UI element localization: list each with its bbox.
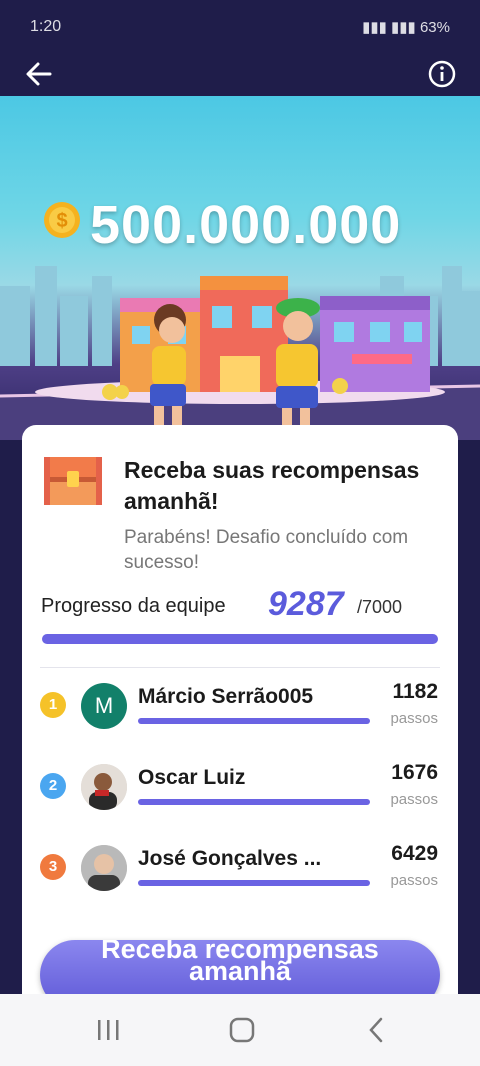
reward-card: Receba suas recompensas amanhã! Parabéns…	[22, 425, 458, 1025]
home-button[interactable]	[222, 1014, 262, 1046]
status-bar: 1:20 ▮▮▮ ▮▮▮ 63%	[0, 0, 480, 52]
member-row: 3 José Gonçalves ... 6429 passos	[22, 837, 458, 897]
team-progress-bar	[42, 634, 438, 644]
member-steps: 1676	[391, 761, 438, 784]
member-steps-unit: passos	[390, 872, 438, 889]
signal-icon: ▮▮▮ ▮▮▮	[362, 19, 420, 36]
status-time: 1:20	[30, 18, 62, 35]
status-icons: ▮▮▮ ▮▮▮ 63%	[362, 18, 450, 36]
person-photo-icon	[81, 764, 127, 810]
card-title: Receba suas recompensas amanhã!	[124, 457, 420, 514]
recent-apps-icon	[98, 1020, 119, 1040]
avatar: M	[81, 683, 127, 729]
city-illustration	[0, 266, 480, 440]
member-steps-unit: passos	[390, 710, 438, 727]
nav-back-button[interactable]	[356, 1014, 396, 1046]
rank-badge: 3	[40, 854, 66, 880]
system-nav-bar	[0, 994, 480, 1066]
recent-apps-button[interactable]	[88, 1014, 128, 1046]
member-steps-unit: passos	[390, 791, 438, 808]
avatar	[81, 764, 127, 810]
member-name: Márcio Serrão005	[138, 685, 314, 708]
team-progress-label: Progresso da equipe	[41, 595, 226, 617]
receive-rewards-label: Receba recompensas amanhã	[101, 940, 379, 986]
rank-badge: 2	[40, 773, 66, 799]
back-button[interactable]	[20, 54, 60, 94]
home-icon	[229, 1017, 255, 1043]
member-name: Oscar Luiz	[138, 766, 246, 789]
member-row: 2 Oscar Luiz 1676 passos	[22, 756, 458, 816]
member-steps: 6429	[391, 842, 438, 865]
member-name: José Gonçalves ...	[138, 847, 322, 870]
member-row: 1 M Márcio Serrão005 1182 passos	[22, 675, 458, 735]
svg-text:$: $	[56, 210, 67, 232]
arrow-left-icon	[26, 62, 52, 86]
treasure-chest-icon	[44, 457, 102, 505]
coin-icon: $	[44, 202, 80, 238]
member-progress-bar	[138, 799, 370, 805]
battery-text: 63%	[419, 19, 450, 36]
info-icon	[428, 60, 456, 88]
app-bar	[0, 52, 480, 96]
card-subtitle: Parabéns! Desafio concluído com sucesso!	[124, 527, 409, 573]
hero-banner: $ 500.000.000	[0, 96, 480, 440]
member-steps: 1182	[392, 680, 438, 703]
member-progress-bar	[138, 718, 370, 724]
rank-badge: 1	[40, 692, 66, 718]
chevron-left-icon	[369, 1017, 383, 1043]
avatar	[81, 845, 127, 891]
team-progress-target: /7000	[357, 597, 403, 617]
info-button[interactable]	[422, 54, 462, 94]
member-progress-bar	[138, 880, 370, 886]
divider	[40, 667, 440, 668]
person-photo-icon	[81, 845, 127, 891]
avatar-letter: M	[94, 693, 114, 718]
team-progress-value: 9287	[268, 585, 344, 623]
